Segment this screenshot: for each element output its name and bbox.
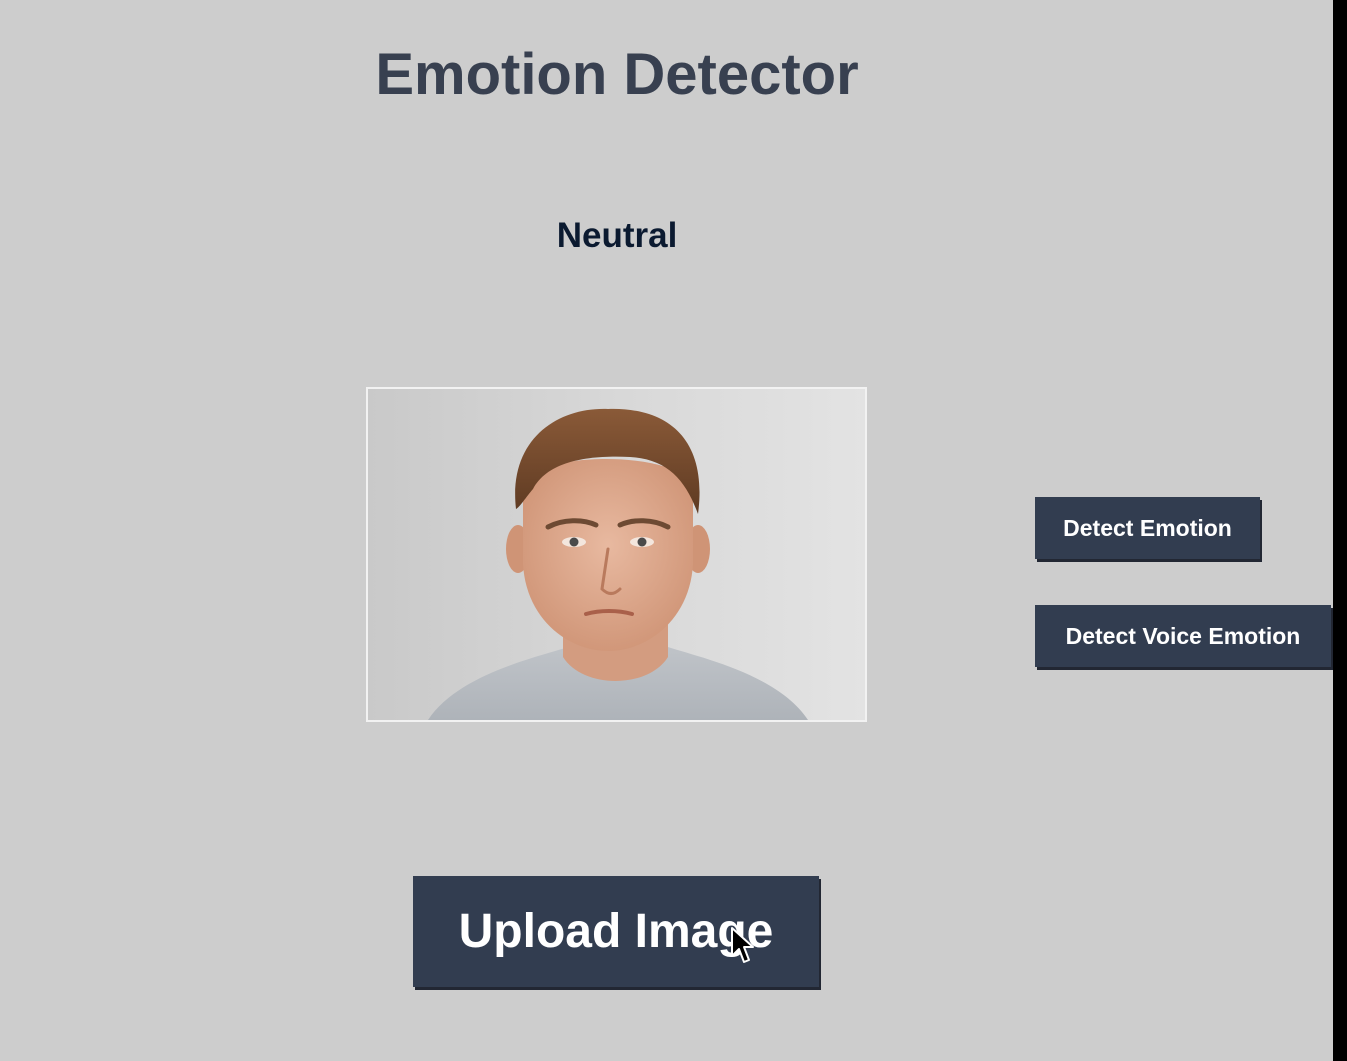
emotion-result-label: Neutral <box>556 216 678 255</box>
window-edge <box>1333 0 1347 1061</box>
mouse-cursor-icon <box>731 927 754 963</box>
app-window: Emotion Detector Neutral Detect Emotion … <box>0 0 1333 1061</box>
detect-emotion-button[interactable]: Detect Emotion <box>1035 497 1260 559</box>
uploaded-image-preview <box>366 387 867 722</box>
app-title: Emotion Detector <box>375 42 859 107</box>
portrait-image <box>428 408 808 720</box>
upload-image-button[interactable]: Upload Image <box>413 876 819 987</box>
detect-voice-emotion-button[interactable]: Detect Voice Emotion <box>1035 605 1331 667</box>
